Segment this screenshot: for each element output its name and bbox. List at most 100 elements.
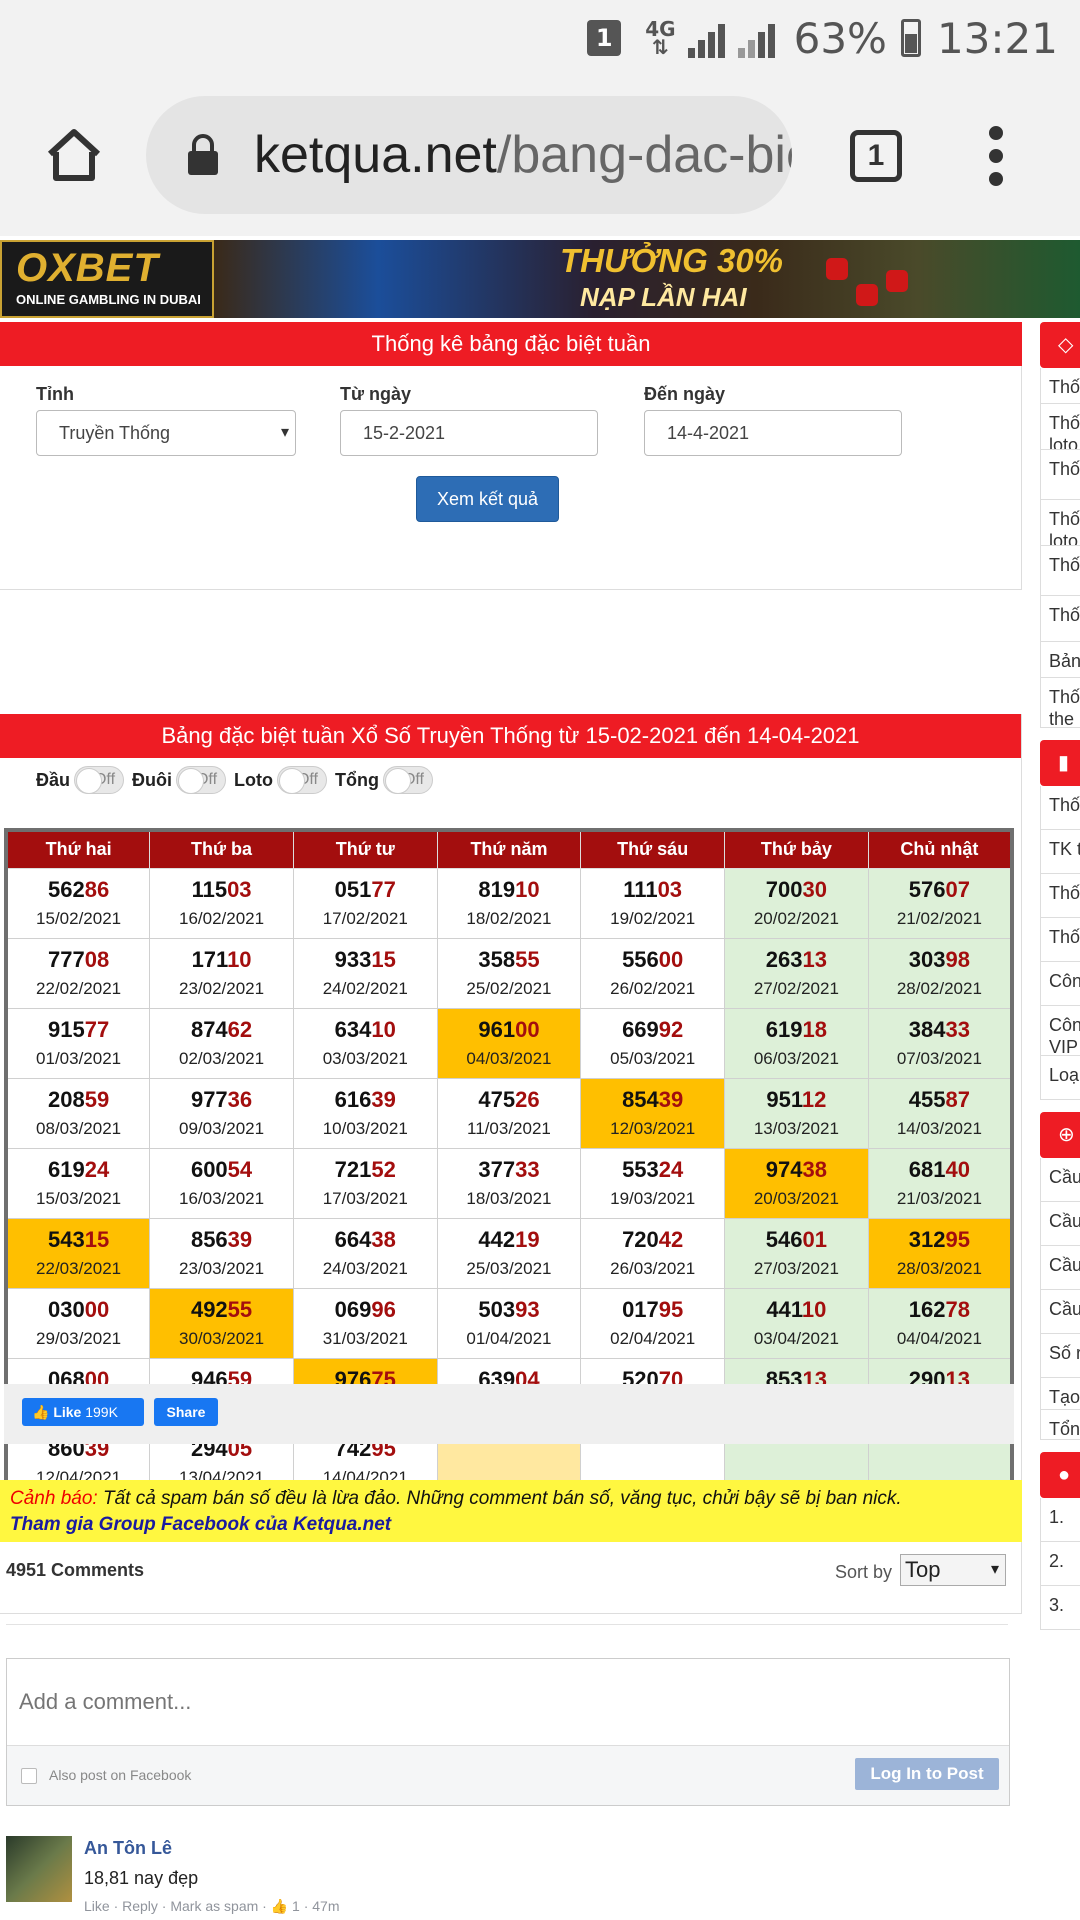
prize-number: 30398 <box>869 947 1010 973</box>
column-header: Thứ sáu <box>580 829 726 869</box>
sidebar-link[interactable]: Cầu <box>1040 1290 1080 1334</box>
tab-switcher-button[interactable]: 1 <box>850 130 902 182</box>
sidebar-link[interactable]: Thố <box>1040 450 1080 500</box>
sidebar-link[interactable]: TK t <box>1040 830 1080 874</box>
prize-number-tail: 36 <box>227 1087 253 1112</box>
result-cell: 44110 03/04/2021 <box>724 1287 869 1359</box>
prize-number-tail: 78 <box>945 1297 970 1322</box>
sidebar-link[interactable]: Thố <box>1040 596 1080 642</box>
sidebar-link[interactable]: Thố the <box>1040 678 1080 728</box>
ad-banner[interactable]: OXBET ONLINE GAMBLING IN DUBAI THƯỞNG 30… <box>0 240 1080 318</box>
sidebar-link[interactable]: Bản <box>1040 642 1080 678</box>
to-date-input[interactable]: 14-4-2021 <box>644 410 902 456</box>
result-cell: 31295 28/03/2021 <box>867 1217 1013 1289</box>
sidebar-link[interactable]: Số r <box>1040 1334 1080 1378</box>
draw-date: 03/03/2021 <box>322 1049 408 1068</box>
sidebar-link[interactable]: Thố <box>1040 874 1080 918</box>
prize-number-head: 263 <box>765 947 803 972</box>
result-cell: 91577 01/03/2021 <box>5 1007 151 1079</box>
prize-number-tail: 10 <box>227 947 252 972</box>
toggle-duoi[interactable]: Off <box>176 766 227 794</box>
login-to-post-button[interactable]: Log In to Post <box>855 1758 999 1790</box>
display-toggles: Đầu Off Đuôi Off Loto Off Tổng Off <box>36 766 441 794</box>
prize-number: 96100 <box>438 1017 581 1043</box>
prize-number-tail: 18 <box>802 1017 827 1042</box>
facebook-group-link[interactable]: Tham gia Group Facebook của Ketqua.net <box>10 1512 1012 1538</box>
prize-number-tail: 62 <box>227 1017 253 1042</box>
toggle-tong[interactable]: Off <box>382 766 433 794</box>
sort-select[interactable]: Top <box>900 1554 1006 1586</box>
prize-number-head: 721 <box>334 1157 372 1182</box>
draw-date: 18/02/2021 <box>466 909 552 928</box>
prize-number: 61924 <box>8 1157 149 1183</box>
sidebar-link[interactable]: Tổn <box>1040 1410 1080 1440</box>
prize-number-head: 546 <box>765 1227 803 1252</box>
sidebar-link[interactable]: 1. <box>1040 1498 1080 1542</box>
prize-number-head: 162 <box>908 1297 946 1322</box>
also-post-checkbox[interactable] <box>21 1768 37 1784</box>
sidebar-link[interactable]: Cầu <box>1040 1158 1080 1202</box>
sidebar-link[interactable]: Thố <box>1040 786 1080 830</box>
result-cell: 81910 18/02/2021 <box>436 867 582 939</box>
result-cell: 26313 27/02/2021 <box>724 937 869 1009</box>
comment-actions[interactable]: Like · Reply · Mark as spam · 👍 1 · 47m <box>84 1898 340 1915</box>
social-share-bar: 👍 Like 199K Share <box>4 1384 1014 1444</box>
prize-number-head: 543 <box>48 1227 85 1252</box>
prize-number: 17110 <box>150 947 293 973</box>
facebook-share-button[interactable]: Share <box>154 1398 218 1426</box>
province-select[interactable]: Truyền Thống <box>36 410 296 456</box>
draw-date: 17/02/2021 <box>322 909 408 928</box>
prize-number: 06996 <box>294 1297 437 1323</box>
main-content: Thống kê bảng đặc biệt tuần Tỉnh Truyền … <box>0 322 1022 590</box>
prize-number-head: 681 <box>908 1157 946 1182</box>
avatar[interactable] <box>6 1836 72 1902</box>
result-cell: 47526 11/03/2021 <box>436 1077 582 1149</box>
sidebar-link[interactable]: Thố <box>1040 546 1080 596</box>
sidebar-link[interactable]: Tạo <box>1040 1378 1080 1410</box>
facebook-like-button[interactable]: 👍 Like 199K <box>22 1398 144 1426</box>
prize-number: 54315 <box>8 1227 149 1253</box>
overflow-menu-icon[interactable] <box>978 126 1014 186</box>
sidebar-link[interactable]: Thố loto <box>1040 500 1080 546</box>
right-sidebar: ◇ Thố Thố loto Thố Thố loto Thố Thố Bản Thố the… <box>1040 322 1080 1630</box>
draw-date: 29/03/2021 <box>36 1329 122 1348</box>
prize-number-tail: 55 <box>515 947 540 972</box>
result-cell: 06996 31/03/2021 <box>292 1287 438 1359</box>
comment-input[interactable] <box>7 1659 1009 1745</box>
result-cell: 54315 22/03/2021 <box>5 1217 151 1289</box>
prize-number-tail: 03 <box>227 877 252 902</box>
result-cell: 37733 18/03/2021 <box>436 1147 582 1219</box>
draw-date: 26/03/2021 <box>610 1259 696 1278</box>
prize-number: 85639 <box>150 1227 293 1253</box>
sidebar-link[interactable]: Côn <box>1040 962 1080 1006</box>
prize-number-head: 358 <box>478 947 516 972</box>
sidebar-link[interactable]: Cầu <box>1040 1246 1080 1290</box>
from-date-input[interactable]: 15-2-2021 <box>340 410 598 456</box>
result-cell: 11103 19/02/2021 <box>580 867 726 939</box>
comment-author[interactable]: An Tôn Lê <box>84 1838 172 1859</box>
sidebar-link[interactable]: Loạ <box>1040 1056 1080 1100</box>
toggle-dau[interactable]: Off <box>74 766 125 794</box>
prize-number: 97438 <box>725 1157 868 1183</box>
view-results-button[interactable]: Xem kết quả <box>416 476 559 522</box>
sidebar-link[interactable]: Côn VIP <box>1040 1006 1080 1056</box>
table-panel-title: Bảng đặc biệt tuần Xổ Số Truyền Thống từ… <box>0 714 1021 758</box>
sidebar-link[interactable]: Thố <box>1040 918 1080 962</box>
sidebar-link[interactable]: 3. <box>1040 1586 1080 1630</box>
home-icon[interactable] <box>44 124 104 184</box>
sidebar-link[interactable]: Cầu <box>1040 1202 1080 1246</box>
sidebar-link[interactable]: Thố <box>1040 368 1080 404</box>
users-icon: ● <box>1058 1464 1071 1486</box>
toggle-loto[interactable]: Off <box>277 766 327 794</box>
prize-number: 56286 <box>8 877 149 903</box>
result-cell: 66438 24/03/2021 <box>292 1217 438 1289</box>
prize-number: 66438 <box>294 1227 437 1253</box>
prize-number-tail: 03 <box>657 877 683 902</box>
address-bar[interactable]: ketqua.net/bang-dac-bie <box>146 96 792 214</box>
sidebar-link[interactable]: Thố loto <box>1040 404 1080 450</box>
prize-number-head: 819 <box>478 877 516 902</box>
draw-date: 21/03/2021 <box>896 1189 982 1208</box>
result-cell: 61918 06/03/2021 <box>724 1007 869 1079</box>
sidebar-link[interactable]: 2. <box>1040 1542 1080 1586</box>
prize-number: 68140 <box>869 1157 1010 1183</box>
